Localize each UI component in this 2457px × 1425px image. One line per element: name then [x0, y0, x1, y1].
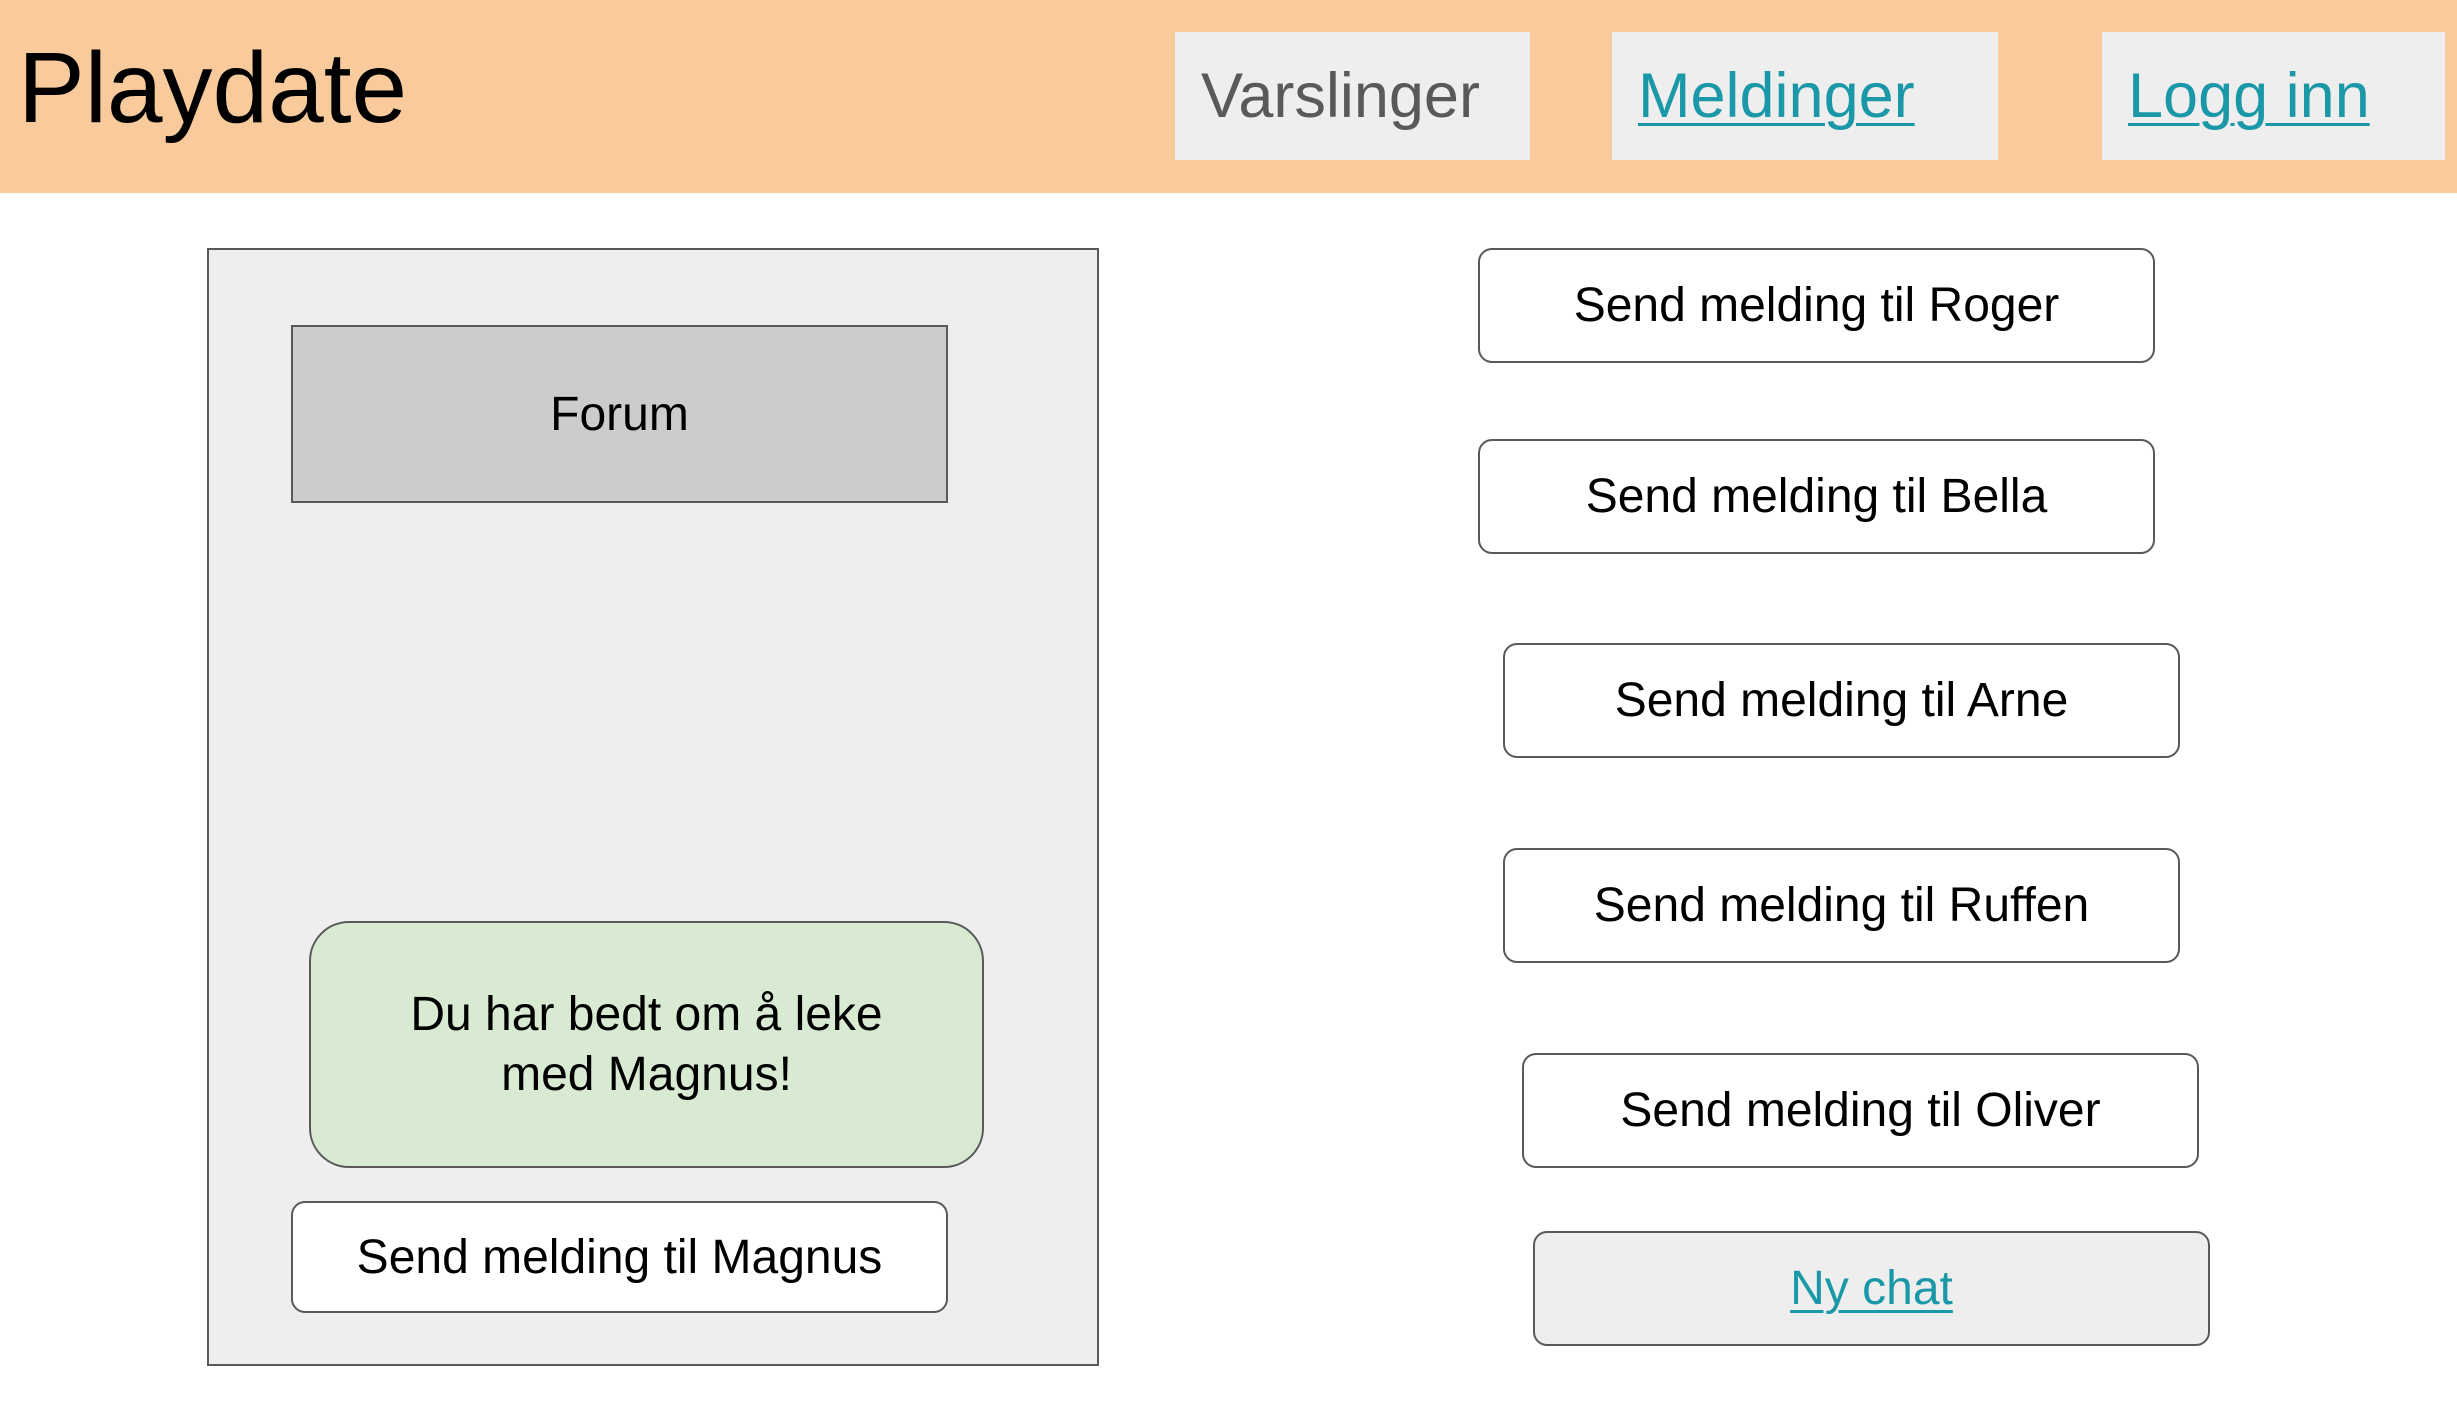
top-bar: Playdate Varslinger Meldinger Logg inn: [0, 0, 2457, 193]
new-chat-button: Ny chat: [1533, 1231, 2210, 1346]
notice-text: Du har bedt om å leke med Magnus!: [410, 987, 883, 1101]
send-message-arne-label: Send melding til Arne: [1614, 674, 2069, 727]
send-message-ruffen-label: Send melding til Ruffen: [1593, 879, 2090, 932]
send-message-ruffen-button[interactable]: Send melding til Ruffen: [1503, 848, 2180, 963]
send-message-oliver-button[interactable]: Send melding til Oliver: [1522, 1053, 2199, 1168]
send-message-roger-button[interactable]: Send melding til Roger: [1478, 248, 2155, 363]
send-message-bella-button[interactable]: Send melding til Bella: [1478, 439, 2155, 554]
send-message-magnus-label: Send melding til Magnus: [356, 1230, 883, 1284]
send-message-bella-label: Send melding til Bella: [1585, 470, 2048, 523]
page: Playdate Varslinger Meldinger Logg inn F…: [0, 0, 2457, 1425]
new-chat-link[interactable]: Ny chat: [1790, 1261, 1953, 1316]
send-message-roger-label: Send melding til Roger: [1573, 279, 2060, 332]
nav-login: Logg inn: [2102, 32, 2445, 160]
send-message-arne-button[interactable]: Send melding til Arne: [1503, 643, 2180, 758]
send-message-oliver-label: Send melding til Oliver: [1620, 1084, 2101, 1137]
forum-button[interactable]: Forum: [291, 325, 948, 503]
nav-notifications-label: Varslinger: [1201, 61, 1480, 131]
nav-messages-link[interactable]: Meldinger: [1638, 32, 1915, 160]
nav-messages: Meldinger: [1612, 32, 1998, 160]
nav-login-link[interactable]: Logg inn: [2128, 32, 2370, 160]
send-message-magnus-button[interactable]: Send melding til Magnus: [291, 1201, 948, 1313]
nav-notifications[interactable]: Varslinger: [1175, 32, 1530, 160]
playdate-request-notice: Du har bedt om å leke med Magnus!: [309, 921, 984, 1168]
app-title: Playdate: [18, 32, 408, 144]
forum-label: Forum: [550, 387, 689, 441]
